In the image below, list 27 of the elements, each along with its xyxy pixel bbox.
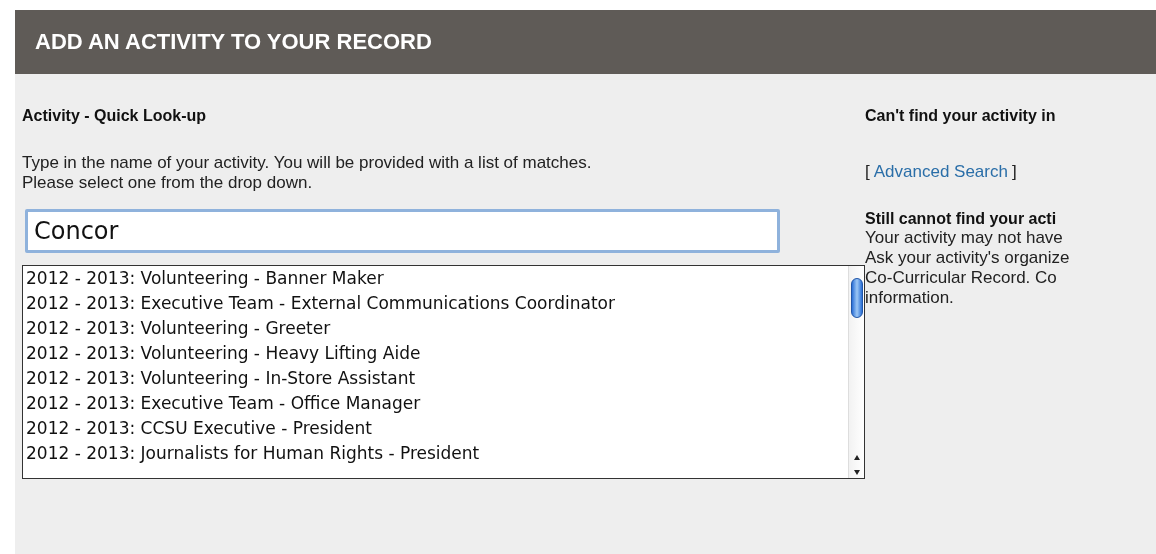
match-option[interactable]: 2012 - 2013: Volunteering - Heavy Lifting Aide xyxy=(26,341,848,366)
section-heading: Still cannot find your acti xyxy=(865,210,1058,228)
scrollbar[interactable] xyxy=(848,266,864,478)
match-option[interactable]: 2012 - 2013: Executive Team - Office Manager xyxy=(26,391,848,416)
search-field[interactable]: Concor xyxy=(25,209,780,253)
instruction-text: Type in the name of your activity. You will be provided with a list of matches. xyxy=(22,153,593,173)
help-text: Your activity may not have xyxy=(865,228,1064,248)
match-option[interactable]: 2012 - 2013: Journalists for Human Rights - President xyxy=(26,441,848,466)
match-option[interactable]: 2012 - 2013: Executive Team - External Communications Coordinator xyxy=(26,291,848,316)
help-text: Co-Curricular Record. Co xyxy=(865,268,1058,288)
bracket-text: [ xyxy=(865,162,870,182)
scroll-down-icon[interactable] xyxy=(852,469,861,476)
page-title: ADD AN ACTIVITY TO YOUR RECORD xyxy=(35,29,432,55)
section-heading: Can't find your activity in xyxy=(865,107,1057,125)
match-option[interactable]: 2012 - 2013: Volunteering - In-Store Assistant xyxy=(26,366,848,391)
advanced-search-link[interactable]: Advanced Search xyxy=(873,162,1008,182)
help-text: Ask your activity's organize xyxy=(865,248,1071,268)
help-text: information. xyxy=(865,288,955,308)
match-option[interactable]: 2012 - 2013: CCSU Executive - President xyxy=(26,416,848,441)
matches-list[interactable] xyxy=(22,265,865,479)
match-option[interactable]: 2012 - 2013: Volunteering - Greeter xyxy=(26,316,848,341)
match-option[interactable]: 2012 - 2013: Volunteering - Banner Maker xyxy=(26,266,848,291)
instruction-text: Please select one from the drop down. xyxy=(22,173,314,193)
scroll-thumb[interactable] xyxy=(850,278,863,318)
scroll-up-icon[interactable] xyxy=(852,454,861,461)
bracket-text: ] xyxy=(1011,162,1017,182)
section-heading: Activity - Quick Look-up xyxy=(22,107,207,125)
